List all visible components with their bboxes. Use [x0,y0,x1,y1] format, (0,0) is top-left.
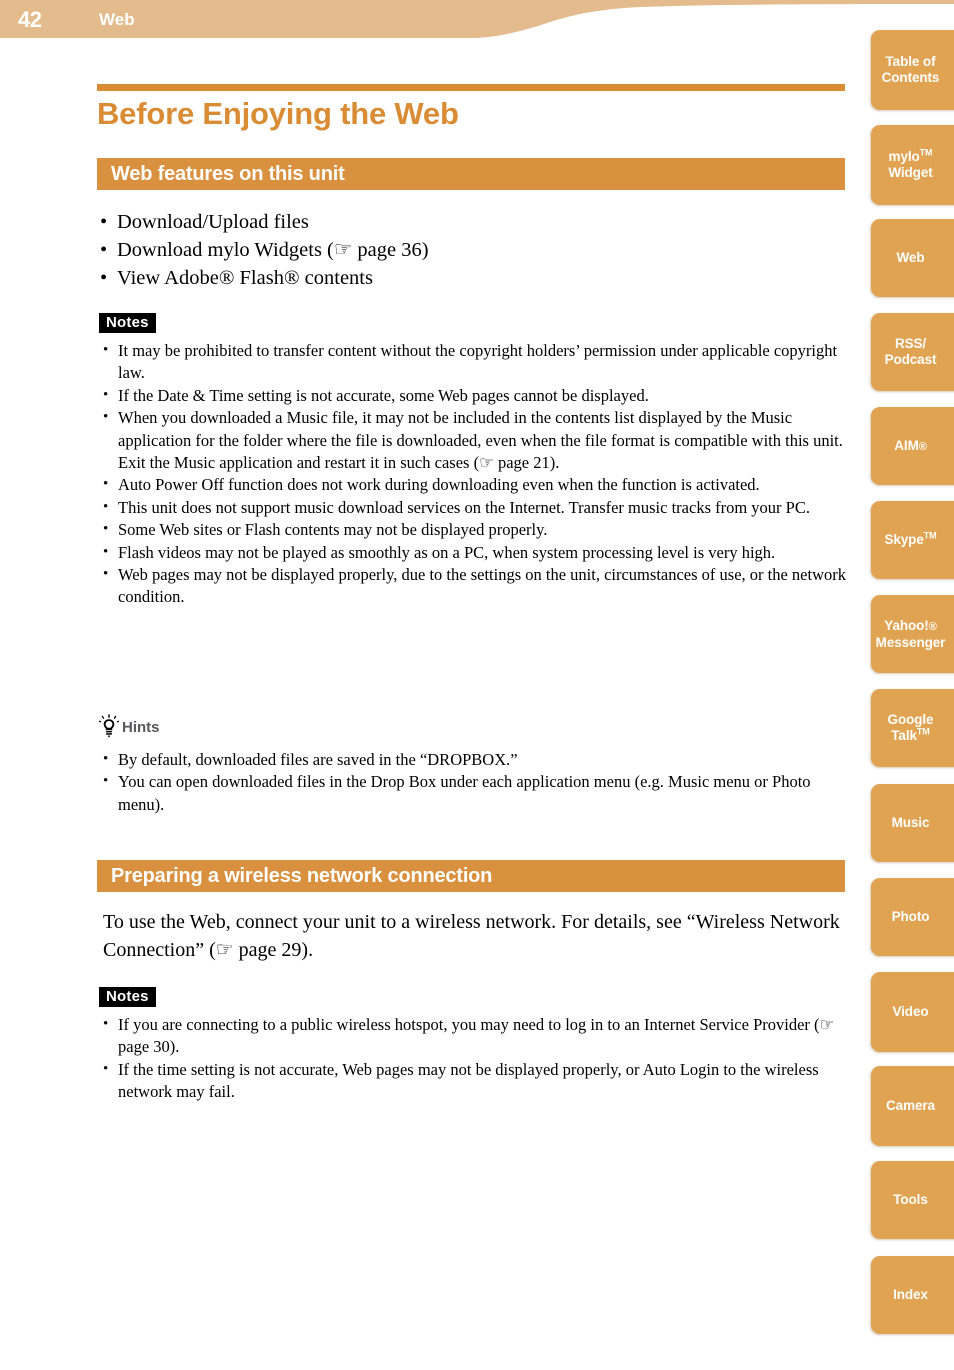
notes-list-wireless: • If you are connecting to a public wirel… [97,1014,849,1104]
list-item: • When you downloaded a Music file, it ma… [97,407,849,474]
bullet-icon: • [103,1060,109,1077]
section-heading-wireless-network: Preparing a wireless network connection [97,860,845,892]
list-item: • By default, downloaded files are saved … [97,749,849,771]
section-heading-web-features: Web features on this unit [97,158,845,190]
sidebar-tab-camera[interactable]: Camera [871,1066,954,1146]
list-item: • This unit does not support music downlo… [97,497,849,519]
sidebar-tab-label: Photo [891,909,930,924]
list-item: • View Adobe® Flash® contents [97,264,845,292]
sidebar-tab-label: Table of Contents [881,54,940,85]
list-item-text: Flash videos may not be played as smooth… [118,542,776,562]
sidebar-tab-video[interactable]: Video [871,972,954,1052]
sidebar-tab-yahoo-messenger[interactable]: Yahoo!® Messenger [871,595,954,673]
sidebar-tab-label: Index [893,1287,928,1302]
list-item-text: By default, downloaded files are saved i… [118,750,518,769]
list-item: • If the Date & Time setting is not accur… [97,385,849,407]
list-item-text: If you are connecting to a public wirele… [118,1015,835,1057]
sidebar-tab-label: AIM® [894,437,927,453]
sidebar-tab-index[interactable]: Index [871,1256,954,1334]
list-item-text: You can open downloaded files in the Dro… [118,772,811,814]
list-item-text: If the Date & Time setting is not accura… [118,385,649,405]
sidebar-tab-label: myloTM Widget [888,147,933,180]
list-item-text: If the time setting is not accurate, Web… [118,1059,819,1102]
sidebar-tab-photo[interactable]: Photo [871,878,954,956]
bullet-icon: • [100,239,108,261]
notes-badge: Notes [99,313,156,333]
sidebar-tab-label: Google TalkTM [887,712,934,743]
sidebar-tab-label: Web [896,250,925,265]
sidebar-tab-rss-podcast[interactable]: RSS/Podcast [871,313,954,391]
hints-label: Hints [122,719,160,736]
sidebar-tab-label: SkypeTM [884,530,937,547]
list-item: • Web pages may not be displayed properly… [97,564,849,609]
list-item: • Some Web sites or Flash contents may no… [97,519,849,541]
page-number: 42 [18,7,42,32]
bullet-icon: • [103,498,109,515]
lightbulb-icon [99,714,119,738]
hints-header: Hints [99,714,160,738]
title-rule [97,84,845,91]
list-item: • Flash videos may not be played as smoot… [97,542,849,564]
page-header-band: 42 Web [0,0,954,48]
sidebar-tab-label: Tools [893,1192,928,1207]
list-item-text: Download/Upload files [117,211,309,233]
hints-list: • By default, downloaded files are saved … [97,749,849,816]
list-item-text: This unit does not support music downloa… [118,497,810,517]
bullet-icon: • [103,409,109,426]
sidebar-tab-label: Camera [886,1098,935,1113]
bullet-icon: • [103,566,109,583]
sidebar-tab-skype[interactable]: SkypeTM [871,501,954,579]
intro-paragraph: To use the Web, connect your unit to a w… [103,911,840,961]
header-band-shape [0,0,954,38]
sidebar-tab-music[interactable]: Music [871,784,954,862]
list-item-text: Auto Power Off function does not work du… [118,475,760,495]
list-item-text: Web pages may not be displayed properly,… [118,565,846,607]
bullet-icon: • [103,1016,109,1032]
page-title: Before Enjoying the Web [97,96,459,131]
list-item-text: View Adobe® Flash® contents [117,267,373,289]
sidebar-tab-rail: Table of Contents myloTM Widget Web RSS/Podca… [871,0,954,1370]
bullet-icon: • [103,543,109,560]
bullet-icon: • [103,386,109,403]
list-item-text: It may be prohibited to transfer content… [118,341,838,383]
list-item-text: When you downloaded a Music file, it may… [118,408,843,473]
list-item: • Auto Power Off function does not work d… [97,474,849,496]
list-item: • It may be prohibited to transfer conten… [97,340,849,385]
bullet-icon: • [103,342,109,358]
feature-list: • Download/Upload files • Download mylo Wid… [97,208,845,292]
list-item: • Download/Upload files [97,208,845,236]
sidebar-tab-table-of-contents[interactable]: Table of Contents [871,30,954,110]
sidebar-tab-tools[interactable]: Tools [871,1161,954,1239]
list-item-text: Download mylo Widgets (☞ page 36) [117,239,429,261]
sidebar-tab-aim[interactable]: AIM® [871,407,954,485]
bullet-icon: • [103,476,109,493]
list-item: • Download mylo Widgets (☞ page 36) [97,236,845,264]
sidebar-tab-web[interactable]: Web [871,219,954,297]
notes-list-web-features: • It may be prohibited to transfer conten… [97,340,849,609]
header-section-name: Web [99,10,135,29]
sidebar-tab-mylo-widget[interactable]: myloTM Widget [871,125,954,205]
list-item-text: Some Web sites or Flash contents may not… [118,520,548,540]
sidebar-tab-label: Music [891,815,930,830]
sidebar-tab-label: RSS/Podcast [884,336,937,367]
bullet-icon: • [100,211,108,233]
list-item: • You can open downloaded files in the Dr… [97,771,849,816]
sidebar-tab-label: Video [892,1004,929,1019]
list-item: • If the time setting is not accurate, We… [97,1059,849,1104]
bullet-icon: • [103,751,109,767]
notes-badge: Notes [99,987,156,1007]
list-item: • If you are connecting to a public wirel… [97,1014,849,1059]
sidebar-tab-google-talk[interactable]: Google TalkTM [871,689,954,767]
bullet-icon: • [103,521,109,538]
bullet-icon: • [103,773,109,790]
sidebar-tab-label: Yahoo!® Messenger [875,617,946,650]
bullet-icon: • [100,267,108,289]
